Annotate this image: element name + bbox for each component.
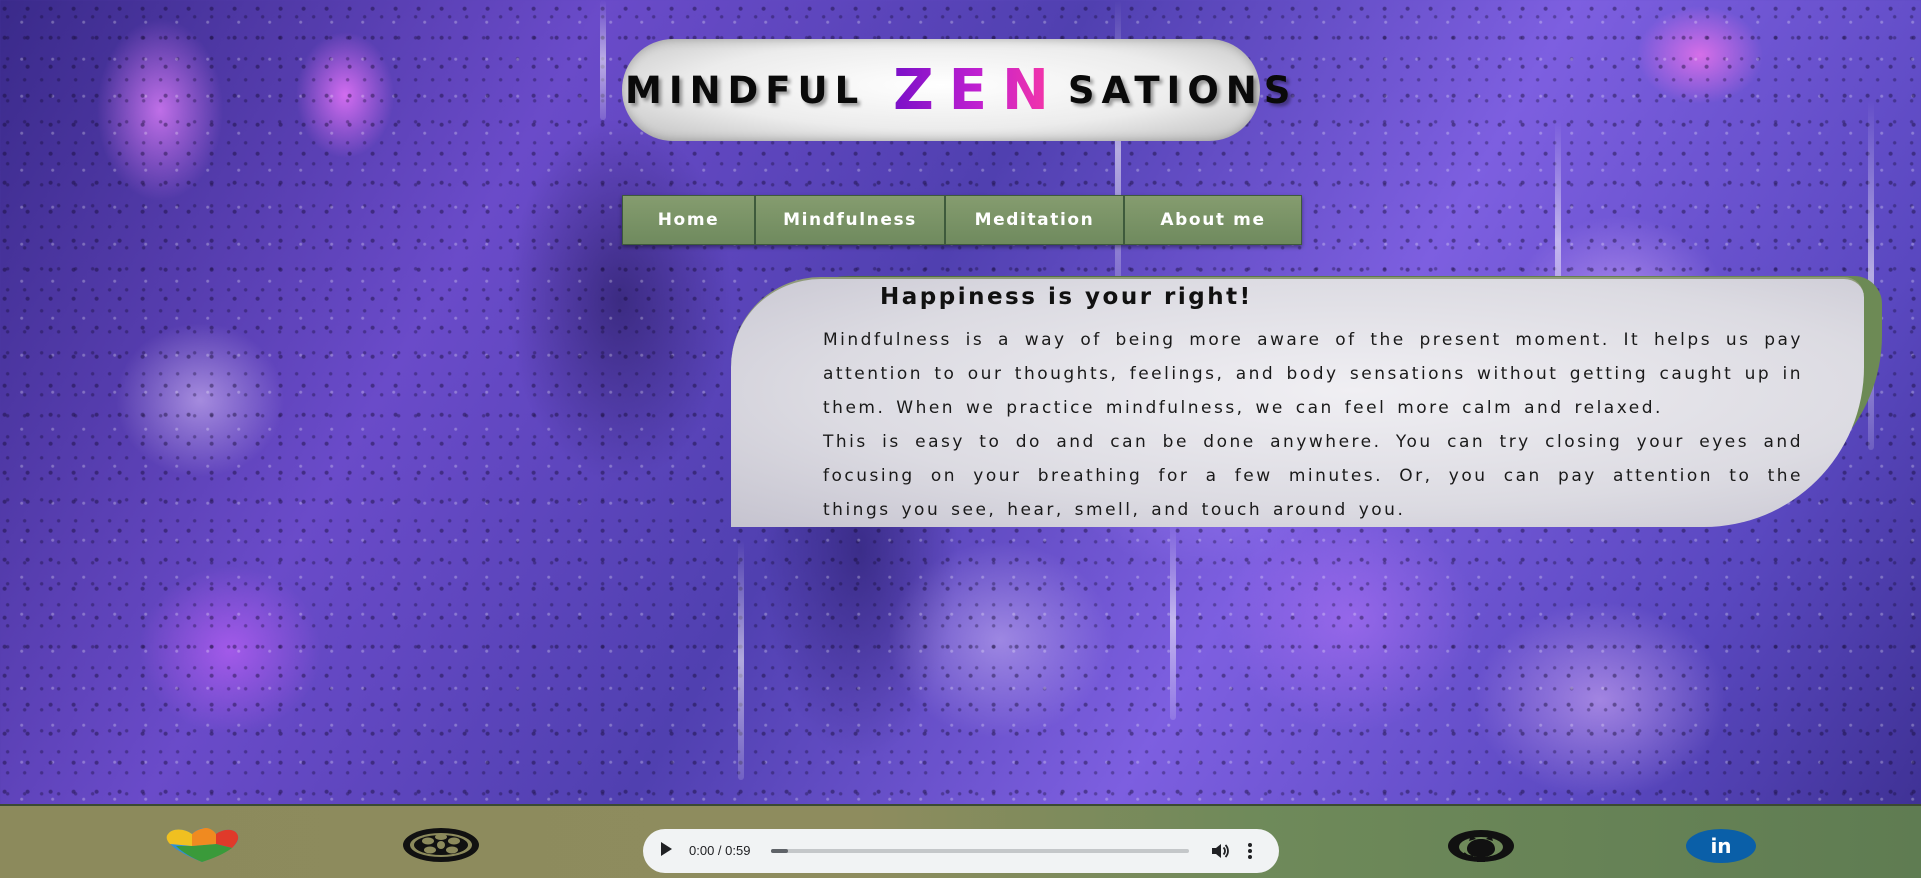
main-nav: Home Mindfulness Meditation About me	[622, 195, 1302, 245]
audio-time: 0:00 / 0:59	[689, 843, 751, 858]
nav-home[interactable]: Home	[623, 196, 756, 244]
audio-seek-progress	[771, 849, 788, 853]
nav-meditation[interactable]: Meditation	[946, 196, 1125, 244]
more-options-icon[interactable]	[1246, 841, 1254, 861]
audio-seek-bar[interactable]	[771, 849, 1189, 853]
nav-mindfulness[interactable]: Mindfulness	[756, 196, 946, 244]
audio-player: 0:00 / 0:59	[643, 829, 1279, 873]
play-icon[interactable]	[661, 842, 672, 856]
logo-word-zen: ZEN	[893, 57, 1064, 123]
volume-icon[interactable]	[1210, 841, 1230, 861]
linkedin-icon[interactable]: in	[1685, 828, 1757, 864]
rain-streak	[738, 540, 744, 780]
content-body: Mindfulness is a way of being more aware…	[823, 323, 1803, 527]
content-paragraph-2: This is easy to do and can be done anywh…	[823, 432, 1803, 520]
linkedin-icon-label: in	[1710, 834, 1731, 858]
logo-word-sations: SATIONS	[1067, 68, 1298, 112]
rain-streak	[1170, 520, 1176, 720]
film-reel-icon[interactable]	[401, 826, 481, 864]
logo-word-mindful: MINDFUL	[625, 68, 866, 112]
github-icon[interactable]	[1447, 829, 1515, 863]
nav-about-me[interactable]: About me	[1125, 196, 1301, 244]
site-logo: MINDFUL ZEN SATIONS	[625, 55, 1290, 125]
puzzle-heart-icon[interactable]	[162, 826, 242, 864]
content-title: Happiness is your right!	[880, 284, 1253, 310]
content-paragraph-1: Mindfulness is a way of being more aware…	[823, 330, 1803, 418]
rain-streak	[600, 0, 606, 120]
